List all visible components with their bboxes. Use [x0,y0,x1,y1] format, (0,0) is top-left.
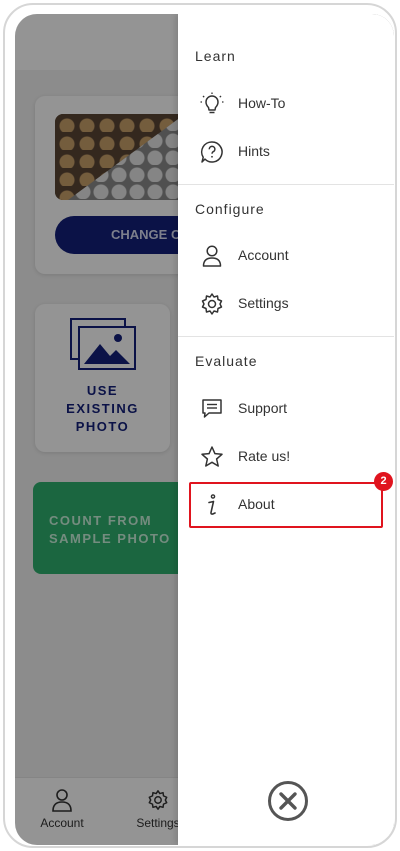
menu-item-rate-us-label: Rate us! [238,448,291,464]
menu-item-support-label: Support [238,400,288,416]
divider [178,184,394,185]
lightbulb-icon [200,92,224,114]
menu-item-settings-label: Settings [238,295,289,311]
menu-item-account-label: Account [238,247,289,263]
menu-item-how-to[interactable]: How-To [178,81,394,127]
divider [178,336,394,337]
star-icon [201,446,223,467]
device-frame: CHANGE CO USE EXISTING PHOTO COUNT FROM … [3,3,397,848]
section-title-evaluate: Evaluate [195,353,258,369]
close-circle-icon[interactable] [267,780,309,822]
person-icon [202,245,222,267]
menu-item-hints[interactable]: Hints [178,129,394,175]
chat-icon [202,399,222,418]
question-bubble-icon [200,141,223,163]
menu-item-support[interactable]: Support [178,386,394,432]
menu-item-account[interactable]: Account [178,233,394,279]
section-title-configure: Configure [195,201,265,217]
annotation-highlight-box [189,482,383,528]
menu-item-how-to-label: How-To [238,95,286,111]
gear-icon [201,293,223,315]
menu-item-rate-us[interactable]: Rate us! [178,434,394,480]
side-drawer: Learn How-To Hints Configure Account Set… [178,14,394,845]
menu-item-settings[interactable]: Settings [178,281,394,327]
section-title-learn: Learn [195,48,236,64]
annotation-step-badge: 2 [374,472,393,491]
screen: CHANGE CO USE EXISTING PHOTO COUNT FROM … [15,14,394,845]
menu-item-hints-label: Hints [238,143,270,159]
